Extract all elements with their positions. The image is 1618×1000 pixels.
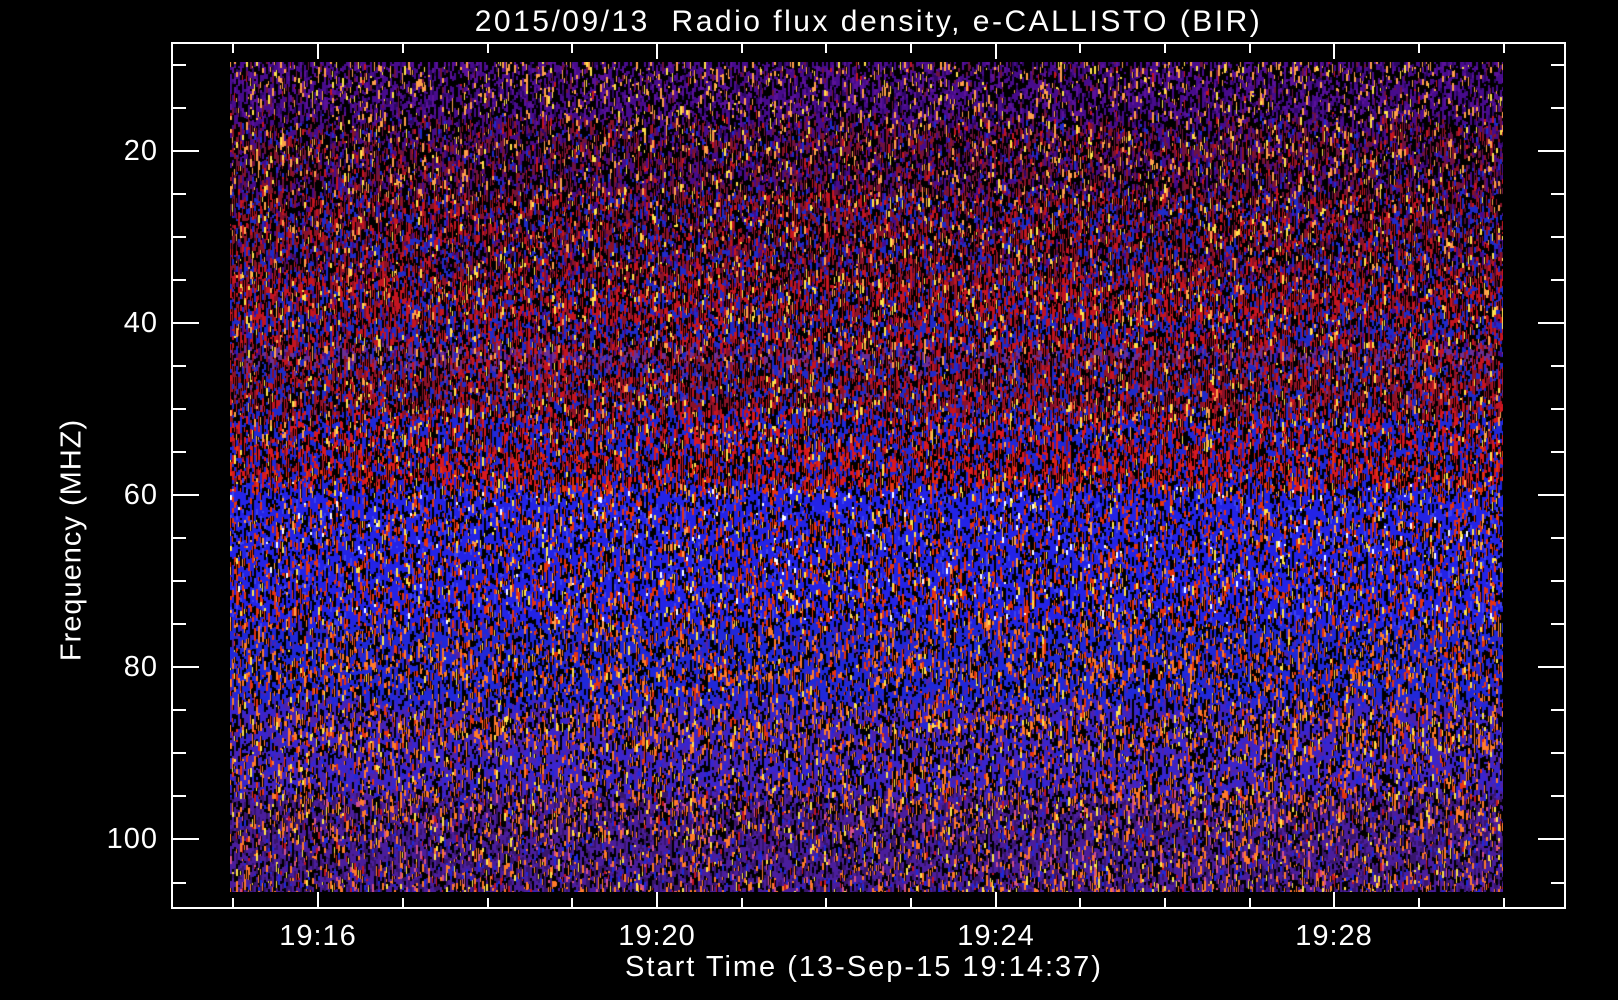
tick-mark: [1551, 193, 1564, 195]
tick-mark: [1551, 365, 1564, 367]
tick-mark: [1249, 898, 1251, 907]
tick-mark: [1551, 623, 1564, 625]
tick-mark: [1249, 44, 1251, 53]
tick-mark: [1164, 44, 1166, 53]
y-tick-label: 60: [123, 479, 158, 511]
tick-mark: [1333, 892, 1335, 907]
tick-mark: [1538, 838, 1564, 840]
tick-mark: [173, 193, 186, 195]
tick-mark: [1079, 44, 1081, 53]
tick-mark: [1538, 666, 1564, 668]
tick-mark: [1164, 898, 1166, 907]
tick-mark: [173, 279, 186, 281]
x-tick-label: 19:28: [1295, 920, 1373, 952]
tick-mark: [741, 44, 743, 53]
tick-mark: [1551, 537, 1564, 539]
tick-mark: [173, 666, 199, 668]
tick-mark: [173, 882, 186, 884]
tick-mark: [317, 44, 319, 59]
tick-mark: [1551, 795, 1564, 797]
tick-mark: [1551, 408, 1564, 410]
plot-frame: [171, 42, 1566, 909]
tick-mark: [317, 892, 319, 907]
tick-mark: [1538, 494, 1564, 496]
x-axis-title: Start Time (13-Sep-15 19:14:37): [625, 951, 1103, 983]
tick-mark: [173, 580, 186, 582]
tick-mark: [1551, 236, 1564, 238]
tick-mark: [402, 898, 404, 907]
tick-mark: [173, 322, 199, 324]
tick-mark: [173, 838, 199, 840]
spectrogram-chart: 2015/09/13 Radio flux density, e-CALLIST…: [0, 0, 1618, 1000]
tick-mark: [656, 44, 658, 59]
y-axis-title: Frequency (MHZ): [55, 418, 88, 662]
tick-mark: [1079, 898, 1081, 907]
tick-mark: [173, 64, 186, 66]
x-tick-label: 19:24: [957, 920, 1035, 952]
tick-mark: [487, 44, 489, 53]
tick-mark: [173, 709, 186, 711]
tick-mark: [1418, 898, 1420, 907]
tick-mark: [173, 408, 186, 410]
y-tick-label: 40: [123, 307, 158, 339]
tick-mark: [173, 494, 199, 496]
tick-mark: [232, 44, 234, 53]
tick-mark: [487, 898, 489, 907]
tick-mark: [173, 795, 186, 797]
y-tick-label: 20: [123, 135, 158, 167]
tick-mark: [173, 150, 199, 152]
tick-mark: [741, 898, 743, 907]
tick-mark: [173, 107, 186, 109]
tick-mark: [1551, 752, 1564, 754]
tick-mark: [1551, 279, 1564, 281]
tick-mark: [402, 44, 404, 53]
tick-mark: [1538, 322, 1564, 324]
tick-mark: [656, 892, 658, 907]
x-tick-label: 19:20: [618, 920, 696, 952]
tick-mark: [1551, 580, 1564, 582]
tick-mark: [825, 898, 827, 907]
tick-mark: [1418, 44, 1420, 53]
tick-mark: [1333, 44, 1335, 59]
tick-mark: [1551, 882, 1564, 884]
tick-mark: [173, 623, 186, 625]
tick-mark: [232, 898, 234, 907]
tick-mark: [173, 236, 186, 238]
y-tick-label: 100: [106, 823, 158, 855]
tick-mark: [571, 44, 573, 53]
tick-mark: [995, 892, 997, 907]
tick-mark: [173, 752, 186, 754]
tick-mark: [173, 537, 186, 539]
tick-mark: [825, 44, 827, 53]
tick-mark: [910, 44, 912, 53]
tick-mark: [173, 365, 186, 367]
tick-mark: [1551, 709, 1564, 711]
tick-mark: [173, 451, 186, 453]
tick-mark: [1551, 451, 1564, 453]
tick-mark: [910, 898, 912, 907]
tick-mark: [1503, 898, 1505, 907]
tick-mark: [1538, 150, 1564, 152]
tick-mark: [1503, 44, 1505, 53]
tick-mark: [571, 898, 573, 907]
tick-mark: [1551, 64, 1564, 66]
x-tick-label: 19:16: [279, 920, 357, 952]
chart-title: 2015/09/13 Radio flux density, e-CALLIST…: [474, 5, 1263, 38]
tick-mark: [1551, 107, 1564, 109]
y-tick-label: 80: [123, 651, 158, 683]
tick-mark: [995, 44, 997, 59]
